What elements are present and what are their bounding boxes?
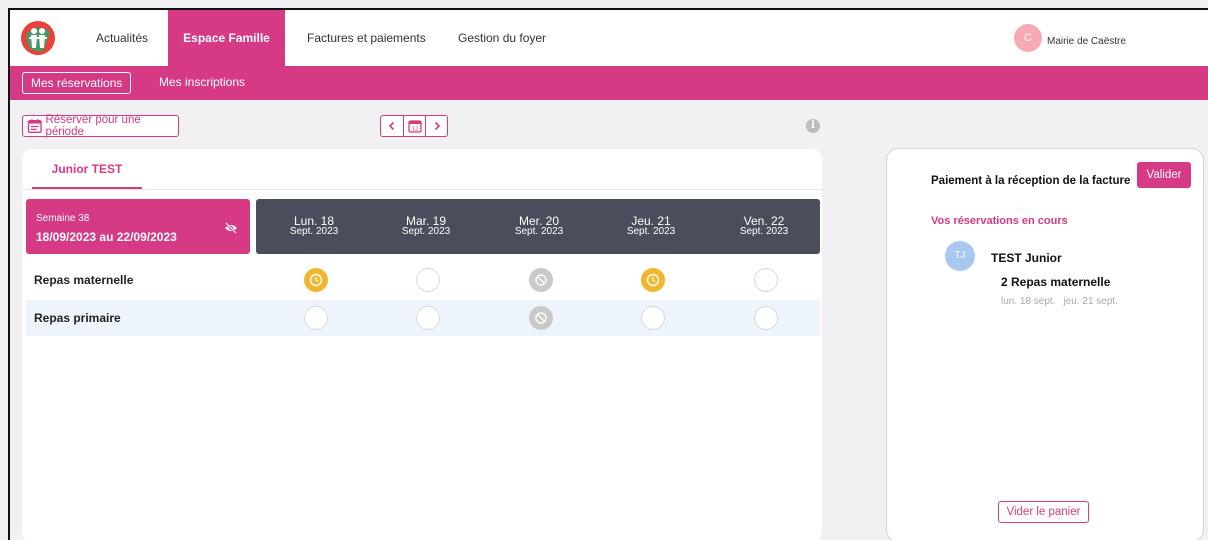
day-header-tue: Mar. 19 Sept. 2023 xyxy=(386,215,466,237)
meal-cell[interactable] xyxy=(641,268,665,292)
app-logo[interactable] xyxy=(20,20,56,56)
meal-cell[interactable] xyxy=(416,306,440,330)
clock-icon xyxy=(309,273,323,287)
planning-card: Junior TEST Semaine 38 18/09/2023 au 22/… xyxy=(22,149,822,540)
info-icon[interactable]: i xyxy=(806,119,820,133)
tab-divider xyxy=(22,189,822,190)
meal-cell[interactable] xyxy=(416,268,440,292)
chevron-left-icon xyxy=(388,121,395,131)
day-month: Sept. 2023 xyxy=(401,226,451,237)
week-number: Semaine 38 xyxy=(36,213,90,224)
meal-cell[interactable] xyxy=(754,306,778,330)
meal-cell[interactable] xyxy=(304,268,328,292)
calendar-picker-button[interactable]: 12 xyxy=(403,116,425,136)
row-label: Repas maternelle xyxy=(34,273,134,287)
nav-gestion-foyer[interactable]: Gestion du foyer xyxy=(458,10,546,66)
meal-cell[interactable] xyxy=(641,306,665,330)
user-menu[interactable]: C Mairie de Caëstre xyxy=(1014,24,1126,52)
day-month: Sept. 2023 xyxy=(739,226,789,237)
validate-button[interactable]: Valider xyxy=(1137,162,1191,188)
nav-espace-famille[interactable]: Espace Famille xyxy=(168,10,285,66)
day-month: Sept. 2023 xyxy=(626,226,676,237)
day-header-mon: Lun. 18 Sept. 2023 xyxy=(274,215,354,237)
week-range: 18/09/2023 au 22/09/2023 xyxy=(36,230,177,244)
blocked-icon xyxy=(535,274,547,286)
table-row: Repas primaire xyxy=(26,300,820,336)
cart-dates: lun. 18 sept. jeu. 21 sept. xyxy=(1001,296,1118,307)
calendar-list-icon xyxy=(27,119,42,133)
week-summary: Semaine 38 18/09/2023 au 22/09/2023 xyxy=(26,199,250,254)
day-month: Sept. 2023 xyxy=(289,226,339,237)
meal-cell[interactable] xyxy=(754,268,778,292)
subnav-mes-inscriptions[interactable]: Mes inscriptions xyxy=(151,72,253,94)
reserve-period-label: Réserver pour une période xyxy=(45,114,141,138)
days-header: Lun. 18 Sept. 2023 Mar. 19 Sept. 2023 Me… xyxy=(256,199,820,254)
table-row: Repas maternelle xyxy=(26,262,820,298)
user-avatar: C xyxy=(1014,24,1042,52)
nav-actualites[interactable]: Actualités xyxy=(96,10,148,66)
child-avatar: TJ xyxy=(945,241,975,271)
meal-cell xyxy=(529,268,553,292)
app-window: Actualités Espace Famille Factures et pa… xyxy=(8,8,1208,540)
cart-date: lun. 18 sept. xyxy=(1001,296,1056,307)
clock-icon xyxy=(646,273,660,287)
day-header-wed: Mer. 20 Sept. 2023 xyxy=(499,215,579,237)
row-label: Repas primaire xyxy=(34,311,121,325)
current-reservations-title: Vos réservations en cours xyxy=(931,215,1068,227)
cart-date: jeu. 21 sept. xyxy=(1063,296,1118,307)
day-month: Sept. 2023 xyxy=(514,226,564,237)
top-navigation: Actualités Espace Famille Factures et pa… xyxy=(10,10,1208,66)
tab-junior-test[interactable]: Junior TEST xyxy=(32,149,142,189)
cart-meal-summary: 2 Repas maternelle xyxy=(1001,275,1111,289)
empty-cart-button[interactable]: Vider le panier xyxy=(998,501,1089,523)
reserve-period-button[interactable]: Réserver pour une période xyxy=(22,114,179,138)
eye-off-icon[interactable] xyxy=(224,221,238,235)
day-header-thu: Jeu. 21 Sept. 2023 xyxy=(611,215,691,237)
week-navigation: 12 xyxy=(380,115,448,137)
chevron-right-icon xyxy=(434,121,440,131)
meal-cell xyxy=(529,306,553,330)
blocked-icon xyxy=(535,312,547,324)
cart-panel: Paiement à la réception de la facture Va… xyxy=(886,148,1204,540)
nav-factures-paiements[interactable]: Factures et paiements xyxy=(307,10,426,66)
subnav-mes-reservations[interactable]: Mes réservations xyxy=(22,72,132,94)
calendar-day-number: 12 xyxy=(411,127,418,133)
sub-navigation: Mes réservations Mes inscriptions xyxy=(10,66,1208,100)
user-name: Mairie de Caëstre xyxy=(1047,35,1126,47)
cart-child-name: TEST Junior xyxy=(991,251,1062,265)
next-week-button[interactable] xyxy=(425,116,447,136)
payment-mode-text: Paiement à la réception de la facture xyxy=(931,175,1131,187)
calendar-icon: 12 xyxy=(407,120,422,133)
day-header-fri: Ven. 22 Sept. 2023 xyxy=(724,215,804,237)
previous-week-button[interactable] xyxy=(381,116,403,136)
meal-cell[interactable] xyxy=(304,306,328,330)
